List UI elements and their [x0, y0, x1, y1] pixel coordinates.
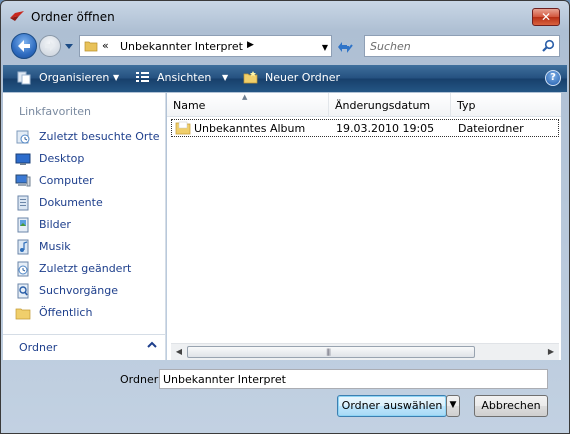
recent-pages-dropdown-icon[interactable]	[64, 42, 74, 50]
navigation-bar: « Unbekannter Interpret ▶ ▼ Suchen	[1, 31, 569, 61]
refresh-icon[interactable]	[335, 37, 355, 55]
table-row[interactable]: Unbekanntes Album 19.03.2010 19:05 Datei…	[171, 119, 559, 137]
sidebar-item-label: Suchvorgänge	[39, 284, 118, 297]
sidebar-item-pictures[interactable]: Bilder	[15, 216, 163, 234]
scroll-right-icon[interactable]: ▶	[546, 347, 556, 357]
sidebar-item-computer[interactable]: Computer	[15, 172, 163, 190]
file-list: ▲ Name Änderungsdatum Typ Unbekanntes Al…	[167, 93, 561, 360]
column-label: Typ	[457, 99, 476, 112]
file-type: Dateiordner	[458, 122, 524, 135]
back-arrow-icon	[18, 40, 30, 52]
sidebar-item-desktop[interactable]: Desktop	[15, 150, 163, 168]
address-path-segment[interactable]: Unbekannter Interpret	[120, 40, 243, 53]
favorite-links-header: Linkfavoriten	[19, 105, 92, 118]
recently-changed-icon	[17, 261, 29, 277]
column-label: Änderungsdatum	[335, 99, 431, 112]
sidebar-item-public[interactable]: Öffentlich	[15, 304, 163, 322]
folders-toggle[interactable]: Ordner	[3, 334, 165, 360]
scrollbar-thumb[interactable]: |||	[187, 346, 475, 358]
address-overflow-chevron[interactable]: «	[102, 39, 109, 52]
sidebar-item-label: Zuletzt geändert	[39, 262, 132, 275]
views-menu[interactable]: Ansichten	[157, 71, 211, 84]
sidebar-item-label: Zuletzt besuchte Orte	[39, 130, 160, 143]
folder-icon	[84, 41, 98, 52]
sidebar-item-label: Bilder	[39, 218, 71, 231]
address-history-dropdown-icon[interactable]: ▼	[322, 43, 328, 52]
select-folder-dropdown-button[interactable]: ▼	[446, 395, 460, 417]
folder-name-field[interactable]	[159, 369, 548, 389]
select-folder-button[interactable]: Ordner auswählen	[337, 395, 447, 417]
path-segment-arrow-icon[interactable]: ▶	[247, 40, 254, 50]
sidebar-item-label: Computer	[39, 174, 94, 187]
public-folder-icon	[15, 308, 31, 320]
folder-field-label: Ordner:	[120, 373, 162, 386]
file-name: Unbekanntes Album	[194, 122, 306, 135]
column-header-name[interactable]: ▲ Name	[167, 93, 329, 117]
navigation-pane: Linkfavoriten Zuletzt besuchte Orte Desk…	[3, 93, 166, 360]
column-header-date[interactable]: Änderungsdatum	[329, 93, 451, 117]
chevron-down-icon: ▼	[449, 400, 457, 410]
new-folder-button[interactable]: Neuer Ordner	[265, 71, 340, 84]
dialog-app-icon	[10, 11, 24, 21]
new-folder-icon	[243, 71, 258, 84]
folders-label: Ordner	[19, 341, 58, 354]
music-icon	[17, 239, 29, 255]
forward-arrow-icon	[45, 41, 55, 51]
organize-menu[interactable]: Organisieren	[39, 71, 109, 84]
back-button[interactable]	[11, 33, 37, 59]
sidebar-item-music[interactable]: Musik	[15, 238, 163, 256]
scrollbar-grip-icon: |||	[326, 348, 331, 356]
organize-icon	[17, 71, 31, 85]
sidebar-item-label: Musik	[39, 240, 71, 253]
sidebar-item-documents[interactable]: Dokumente	[15, 194, 163, 212]
sidebar-item-recently-changed[interactable]: Zuletzt geändert	[15, 260, 163, 278]
forward-button[interactable]	[39, 35, 61, 57]
cancel-button[interactable]: Abbrechen	[474, 395, 548, 417]
open-folder-dialog: Ordner öffnen ✕ « Unbekannter Interpret …	[0, 0, 570, 434]
search-placeholder: Suchen	[370, 40, 411, 53]
computer-icon	[15, 174, 31, 187]
views-icon	[136, 72, 149, 82]
search-input[interactable]: Suchen	[364, 35, 560, 57]
close-button[interactable]: ✕	[532, 8, 560, 26]
sidebar-item-label: Dokumente	[39, 196, 103, 209]
address-bar[interactable]: « Unbekannter Interpret ▶ ▼	[79, 35, 332, 57]
sidebar-item-label: Öffentlich	[39, 306, 93, 319]
sidebar-item-label: Desktop	[39, 152, 85, 165]
sidebar-item-searches[interactable]: Suchvorgänge	[15, 282, 163, 300]
views-dropdown-icon[interactable]: ▼	[222, 73, 228, 82]
sidebar-item-recent-places[interactable]: Zuletzt besuchte Orte	[15, 128, 163, 146]
searches-icon	[17, 283, 29, 299]
column-label: Name	[173, 99, 206, 112]
title-bar[interactable]: Ordner öffnen ✕	[1, 1, 569, 31]
chevron-up-icon[interactable]	[147, 340, 157, 350]
scroll-left-icon[interactable]: ◀	[174, 347, 184, 357]
window-title: Ordner öffnen	[31, 10, 115, 24]
search-icon[interactable]	[541, 39, 555, 53]
recent-places-icon	[16, 130, 30, 144]
desktop-icon	[15, 153, 31, 165]
documents-icon	[17, 195, 29, 211]
folder-icon	[175, 121, 191, 135]
organize-dropdown-icon[interactable]: ▼	[113, 73, 119, 82]
help-icon[interactable]: ?	[545, 70, 561, 86]
select-folder-label: Ordner auswählen	[341, 399, 443, 412]
column-header-type[interactable]: Typ	[451, 93, 561, 117]
command-toolbar: Organisieren ▼ Ansichten ▼ Neuer Ordner …	[3, 65, 567, 92]
sort-ascending-icon: ▲	[242, 93, 248, 101]
pictures-icon	[17, 217, 29, 233]
file-date: 19.03.2010 19:05	[336, 122, 435, 135]
horizontal-scrollbar[interactable]: ◀ ||| ▶	[171, 343, 559, 360]
cancel-label: Abbrechen	[481, 399, 541, 412]
